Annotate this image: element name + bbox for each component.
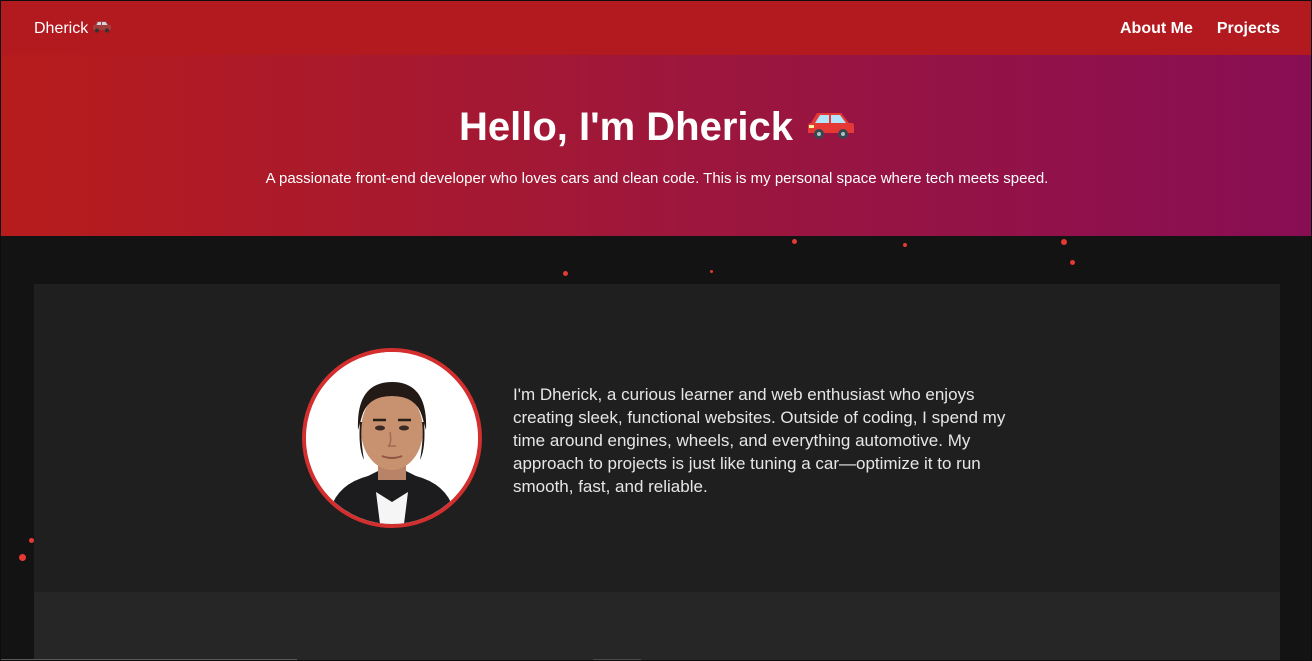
projects-section [34, 592, 1280, 660]
profile-photo [302, 348, 482, 528]
car-icon [807, 103, 855, 151]
car-icon [92, 19, 112, 39]
particle-dot [1070, 260, 1075, 265]
brand-name: Dherick [34, 20, 89, 37]
hero-title-text: Hello, I'm Dherick [458, 105, 794, 149]
particle-dot [710, 270, 713, 273]
about-text: I'm Dherick, a curious learner and web e… [513, 385, 1006, 496]
hero-title: Hello, I'm Dherick [1, 103, 1311, 151]
particle-dot [903, 243, 907, 247]
nav-link-projects[interactable]: Projects [1217, 19, 1280, 39]
particle-dot [563, 271, 568, 276]
nav-links: About Me Projects [1120, 19, 1280, 39]
navbar: Dherick About Me Projects [1, 1, 1311, 55]
nav-link-about-me[interactable]: About Me [1120, 19, 1193, 39]
brand-link[interactable]: Dherick [34, 19, 112, 39]
particle-dot [19, 554, 26, 561]
particle-dot [792, 239, 797, 244]
hero-subtitle: A passionate front-end developer who lov… [265, 170, 1049, 187]
hero: Hello, I'm Dherick A passionate front-en… [1, 55, 1311, 236]
about-section: I'm Dherick, a curious learner and web e… [34, 284, 1280, 592]
particle-dot [1061, 239, 1067, 245]
page: Dherick About Me Projects Hello, I'm Dhe… [0, 0, 1312, 661]
